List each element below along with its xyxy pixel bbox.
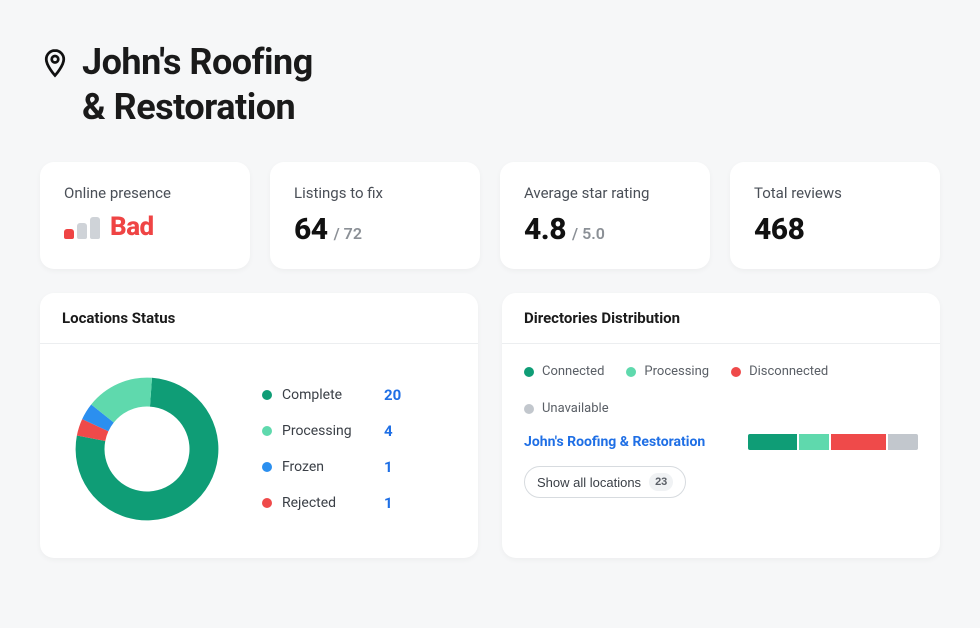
stat-label: Online presence: [64, 184, 226, 202]
page-header: John's Roofing & Restoration: [40, 40, 940, 130]
stat-online-presence[interactable]: Online presence Bad: [40, 162, 250, 269]
distribution-row: John's Roofing & Restoration: [524, 434, 918, 450]
show-all-label: Show all locations: [537, 475, 641, 490]
legend-item: Frozen 1: [262, 458, 401, 476]
locations-legend: Complete 20 Processing 4 Frozen 1 Rejected 1: [262, 386, 401, 512]
legend-dot-icon: [524, 367, 534, 377]
legend-item: Processing 4: [262, 422, 401, 440]
locations-count-badge: 23: [649, 473, 673, 491]
online-presence-status: Bad: [110, 212, 154, 242]
legend-item: Processing: [626, 364, 709, 379]
business-name-line1: John's Roofing: [82, 41, 313, 83]
panels-row: Locations Status Complete 20 Processing 4 Fr…: [40, 293, 940, 558]
avg-star-total: / 5.0: [572, 224, 605, 243]
distribution-segment: [888, 434, 918, 450]
stat-total-reviews[interactable]: Total reviews 468: [730, 162, 940, 269]
panel-locations-status: Locations Status Complete 20 Processing 4 Fr…: [40, 293, 478, 558]
directories-legend: Connected Processing Disconnected Unavailab…: [524, 364, 918, 416]
locations-donut-chart: [62, 364, 232, 534]
avg-star-value: 4.8: [524, 212, 566, 247]
legend-label: Processing: [282, 423, 374, 439]
legend-item: Rejected 1: [262, 494, 401, 512]
legend-label: Connected: [542, 364, 604, 379]
legend-label: Unavailable: [542, 401, 609, 416]
stat-label: Listings to fix: [294, 184, 456, 202]
total-reviews-value: 468: [754, 212, 804, 247]
distribution-segment: [799, 434, 829, 450]
legend-label: Complete: [282, 387, 374, 403]
signal-bars-icon: [64, 215, 100, 239]
panel-title: Locations Status: [40, 293, 478, 344]
legend-label: Processing: [644, 364, 709, 379]
stats-row: Online presence Bad Listings to fix 64 /…: [40, 162, 940, 269]
distribution-segment: [748, 434, 797, 450]
stat-average-star[interactable]: Average star rating 4.8 / 5.0: [500, 162, 710, 269]
legend-item: Connected: [524, 364, 604, 379]
legend-value: 1: [384, 494, 393, 512]
legend-dot-icon: [262, 426, 272, 436]
legend-item: Disconnected: [731, 364, 828, 379]
legend-item: Complete 20: [262, 386, 401, 404]
business-name-line2: & Restoration: [82, 85, 313, 130]
legend-dot-icon: [731, 367, 741, 377]
distribution-location-name[interactable]: John's Roofing & Restoration: [524, 434, 705, 450]
show-all-locations-button[interactable]: Show all locations 23: [524, 466, 686, 498]
legend-value: 4: [384, 422, 393, 440]
legend-dot-icon: [626, 367, 636, 377]
legend-label: Disconnected: [749, 364, 828, 379]
legend-dot-icon: [524, 404, 534, 414]
legend-dot-icon: [262, 390, 272, 400]
stat-label: Total reviews: [754, 184, 916, 202]
legend-dot-icon: [262, 462, 272, 472]
legend-value: 20: [384, 386, 401, 404]
stat-listings-to-fix[interactable]: Listings to fix 64 / 72: [270, 162, 480, 269]
legend-value: 1: [384, 458, 393, 476]
legend-item: Unavailable: [524, 401, 609, 416]
location-pin-icon: [40, 48, 70, 82]
page-title: John's Roofing & Restoration: [82, 40, 313, 130]
stat-label: Average star rating: [524, 184, 686, 202]
legend-label: Frozen: [282, 459, 374, 475]
panel-title: Directories Distribution: [502, 293, 940, 344]
listings-to-fix-total: / 72: [334, 224, 362, 243]
panel-directories-distribution: Directories Distribution Connected Proces…: [502, 293, 940, 558]
distribution-bar: [748, 434, 918, 450]
distribution-segment: [831, 434, 887, 450]
legend-label: Rejected: [282, 495, 374, 511]
legend-dot-icon: [262, 498, 272, 508]
listings-to-fix-value: 64: [294, 212, 328, 247]
